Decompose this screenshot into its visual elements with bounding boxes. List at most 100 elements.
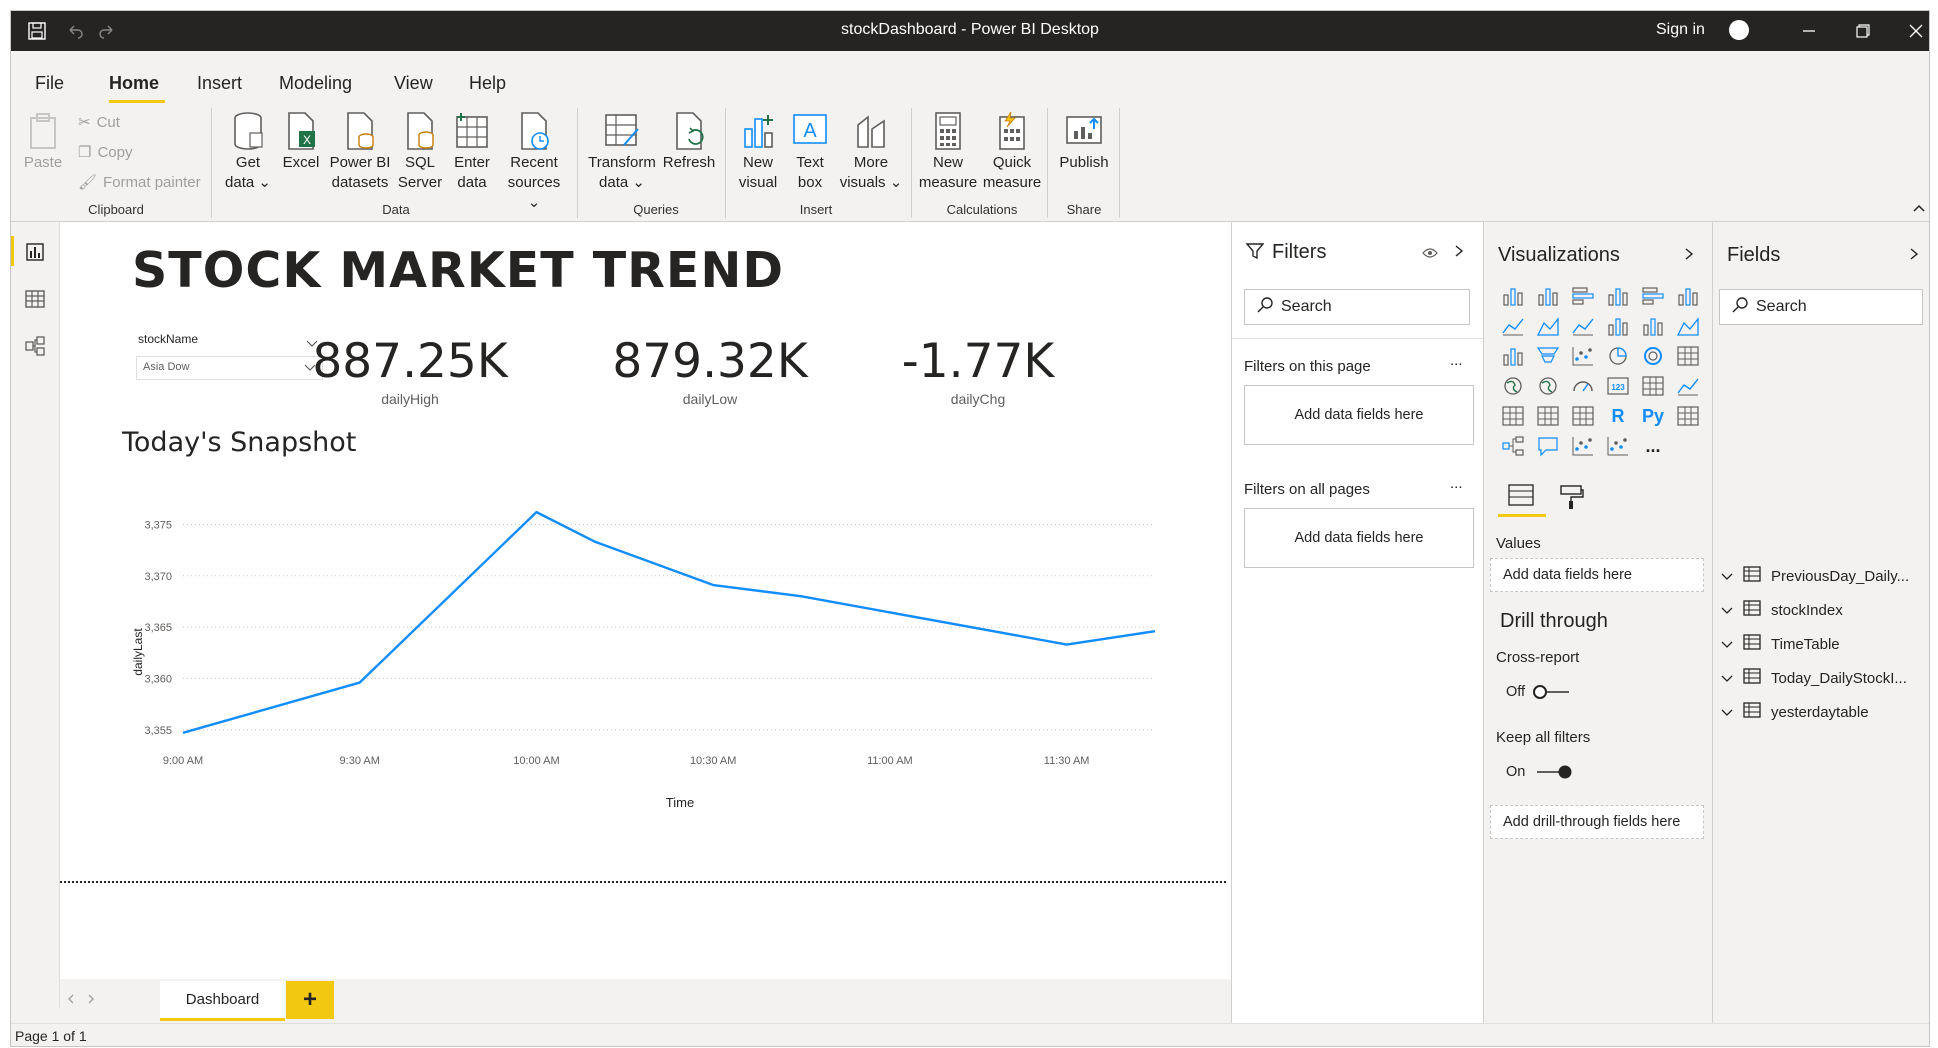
new-measure-button[interactable]: New measure	[919, 109, 977, 193]
report-view-icon[interactable]	[23, 240, 47, 264]
viz-decomposition-tree-icon[interactable]	[1500, 434, 1526, 458]
format-paint-roller-icon[interactable]	[1558, 484, 1584, 515]
viz-clustered-column-icon[interactable]	[1605, 284, 1631, 308]
viz-clustered-bar-icon[interactable]	[1570, 284, 1596, 308]
text-box-button[interactable]: A Text box	[785, 109, 835, 193]
kpi-card-daily-low[interactable]: 879.32K dailyLow	[610, 334, 810, 407]
series-line[interactable]	[182, 510, 1156, 734]
viz-stacked-column-icon[interactable]	[1535, 284, 1561, 308]
viz-matrix-icon[interactable]	[1570, 404, 1596, 428]
next-page-icon[interactable]	[86, 992, 96, 1010]
sign-in-link[interactable]: Sign in	[1656, 21, 1705, 39]
recent-sources-button[interactable]: Recent sources ⌄	[501, 109, 567, 213]
kpi-card-daily-chg[interactable]: -1.77K dailyChg	[878, 334, 1078, 407]
viz-line-column-icon[interactable]	[1605, 314, 1631, 338]
more-options-icon[interactable]: ...	[1450, 352, 1463, 369]
power-bi-datasets-button[interactable]: Power BI datasets	[329, 109, 391, 193]
viz-key-influencers-icon[interactable]	[1570, 434, 1596, 458]
minimize-icon[interactable]	[1797, 19, 1821, 43]
viz-area-icon[interactable]	[1535, 314, 1561, 338]
viz-stacked-bar-icon[interactable]	[1500, 284, 1526, 308]
menu-modeling[interactable]: Modeling	[279, 73, 352, 94]
add-page-button[interactable]: +	[286, 981, 334, 1019]
viz-table-icon[interactable]	[1535, 404, 1561, 428]
prev-page-icon[interactable]	[66, 992, 76, 1010]
publish-button[interactable]: Publish	[1055, 109, 1113, 173]
paste-button[interactable]: Paste	[23, 109, 63, 173]
viz-ribbon-icon[interactable]	[1675, 314, 1701, 338]
copy-button[interactable]: ❐ Copy	[78, 143, 132, 162]
keep-filters-toggle[interactable]: On	[1506, 764, 1573, 780]
viz-treemap-icon[interactable]	[1675, 344, 1701, 368]
page-filters-drop-well[interactable]: Add data fields here	[1244, 385, 1474, 445]
viz-smart-narrative-icon[interactable]	[1675, 404, 1701, 428]
field-table-item[interactable]: yesterdaytable	[1721, 700, 1926, 724]
tab-dashboard[interactable]: Dashboard	[160, 981, 285, 1021]
viz-donut-icon[interactable]	[1640, 344, 1666, 368]
viz-100-bar-icon[interactable]	[1640, 284, 1666, 308]
viz-100-column-icon[interactable]	[1675, 284, 1701, 308]
viz-gauge-icon[interactable]	[1570, 374, 1596, 398]
viz-pie-icon[interactable]	[1605, 344, 1631, 368]
fields-search-input[interactable]: Search	[1719, 289, 1923, 325]
viz-scatter-icon[interactable]	[1570, 344, 1596, 368]
quick-measure-button[interactable]: Quick measure	[981, 109, 1043, 193]
viz-funnel-icon[interactable]	[1535, 344, 1561, 368]
menu-insert[interactable]: Insert	[197, 73, 242, 94]
viz-multi-row-card-icon[interactable]	[1640, 374, 1666, 398]
viz-stacked-area-icon[interactable]	[1570, 314, 1596, 338]
collapse-ribbon-icon[interactable]	[1913, 200, 1925, 218]
viz-python-visual-icon[interactable]: Py	[1640, 404, 1666, 428]
more-options-icon[interactable]: ...	[1450, 475, 1463, 492]
field-table-item[interactable]: PreviousDay_Daily...	[1721, 564, 1926, 588]
stock-slicer-dropdown[interactable]: Asia Dow	[136, 356, 323, 380]
line-chart[interactable]: 3,355 3,360 3,365 3,370 3,375 9:00 AM 9:30 AM…	[60, 482, 1210, 812]
menu-view[interactable]: View	[394, 73, 433, 94]
format-painter-button[interactable]: 🖌 Format painter	[78, 173, 201, 192]
enter-data-button[interactable]: Enter data	[449, 109, 495, 193]
viz-card-icon[interactable]: 123	[1605, 374, 1631, 398]
menu-home[interactable]: Home	[109, 73, 159, 94]
drill-through-drop-well[interactable]: Add drill-through fields here	[1490, 805, 1704, 839]
viz-paginated-icon[interactable]	[1605, 434, 1631, 458]
field-table-item[interactable]: Today_DailyStockI...	[1721, 666, 1926, 690]
sql-server-button[interactable]: SQL Server	[397, 109, 443, 193]
viz-filled-map-icon[interactable]	[1535, 374, 1561, 398]
restore-icon[interactable]	[1851, 19, 1875, 43]
all-filters-drop-well[interactable]: Add data fields here	[1244, 508, 1474, 568]
model-view-icon[interactable]	[23, 334, 47, 358]
collapse-filters-icon[interactable]	[1454, 244, 1464, 263]
viz-waterfall-icon[interactable]	[1500, 344, 1526, 368]
viz-line-icon[interactable]	[1500, 314, 1526, 338]
excel-button[interactable]: X Excel	[279, 109, 323, 173]
refresh-button[interactable]: Refresh	[661, 109, 717, 173]
close-icon[interactable]	[1904, 19, 1928, 43]
chevron-down-icon[interactable]	[1721, 568, 1733, 585]
viz-qa-icon[interactable]	[1535, 434, 1561, 458]
collapse-fields-icon[interactable]	[1909, 247, 1919, 266]
eye-icon[interactable]	[1422, 246, 1438, 264]
menu-help[interactable]: Help	[469, 73, 506, 94]
values-drop-well[interactable]: Add data fields here	[1490, 558, 1704, 592]
chevron-down-icon[interactable]	[1721, 670, 1733, 687]
viz-line-clustered-column-icon[interactable]	[1640, 314, 1666, 338]
viz-kpi-icon[interactable]	[1675, 374, 1701, 398]
menu-file[interactable]: File	[35, 73, 64, 94]
kpi-card-daily-high[interactable]: 887.25K dailyHigh	[310, 334, 510, 407]
filters-search-input[interactable]: Search	[1244, 289, 1470, 325]
viz-more-icon[interactable]: ...	[1640, 434, 1666, 458]
collapse-visualizations-icon[interactable]	[1684, 247, 1694, 266]
chevron-down-icon[interactable]	[1721, 704, 1733, 721]
cross-report-toggle[interactable]: Off	[1506, 684, 1573, 700]
viz-slicer-icon[interactable]	[1500, 404, 1526, 428]
avatar[interactable]	[1729, 20, 1749, 40]
viz-r-visual-icon[interactable]: R	[1605, 404, 1631, 428]
field-table-item[interactable]: TimeTable	[1721, 632, 1926, 656]
get-data-button[interactable]: Get data ⌄	[223, 109, 273, 193]
new-visual-button[interactable]: New visual	[733, 109, 783, 193]
viz-map-icon[interactable]	[1500, 374, 1526, 398]
transform-data-button[interactable]: Transform data ⌄	[587, 109, 657, 193]
field-table-item[interactable]: stockIndex	[1721, 598, 1926, 622]
cut-button[interactable]: ✂ Cut	[78, 113, 120, 132]
chevron-down-icon[interactable]	[1721, 602, 1733, 619]
